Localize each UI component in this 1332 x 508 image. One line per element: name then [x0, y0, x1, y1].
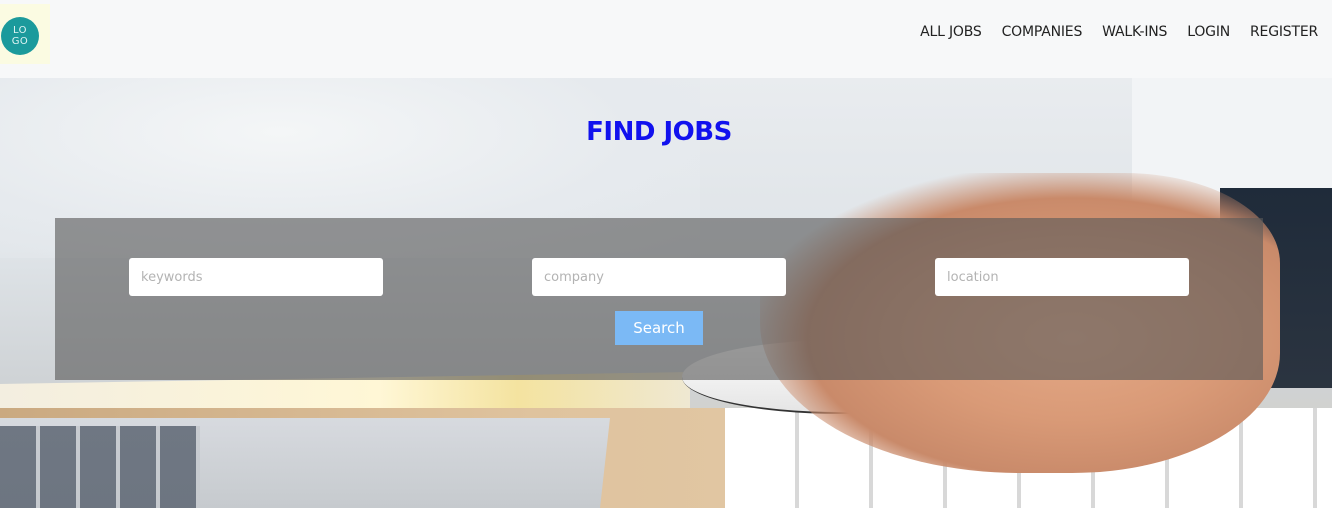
nav-companies[interactable]: COMPANIES: [1002, 24, 1083, 40]
background-laptop-keys: [0, 426, 200, 508]
page-title: FIND JOBS: [586, 117, 732, 148]
search-button[interactable]: Search: [615, 311, 703, 345]
logo[interactable]: LO GO: [0, 4, 50, 64]
company-input[interactable]: [532, 258, 786, 296]
keywords-input[interactable]: [129, 258, 383, 296]
logo-line-2: GO: [11, 36, 29, 47]
nav-menu: ALL JOBS COMPANIES WALK-INS LOGIN REGIST…: [900, 24, 1318, 40]
navbar: LO GO ALL JOBS COMPANIES WALK-INS LOGIN …: [0, 0, 1332, 78]
nav-walk-ins[interactable]: WALK-INS: [1102, 24, 1167, 40]
hero-section: FIND JOBS Search: [0, 78, 1332, 508]
nav-all-jobs[interactable]: ALL JOBS: [920, 24, 982, 40]
nav-register[interactable]: REGISTER: [1250, 24, 1318, 40]
job-search-form: Search: [55, 218, 1263, 380]
nav-login[interactable]: LOGIN: [1187, 24, 1230, 40]
logo-line-1: LO: [12, 25, 28, 36]
location-input[interactable]: [935, 258, 1189, 296]
logo-badge-icon: LO GO: [1, 17, 39, 55]
